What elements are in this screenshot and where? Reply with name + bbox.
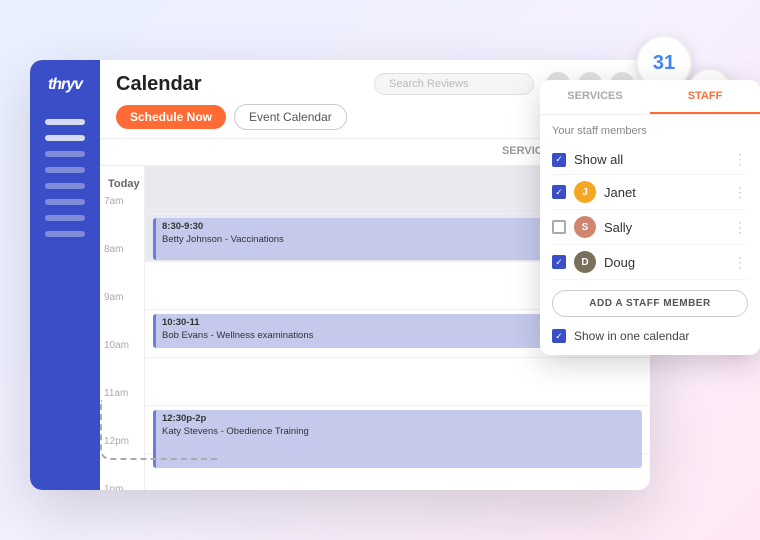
sidebar-logo: thryv xyxy=(48,76,82,94)
sidebar: thryv xyxy=(30,60,100,490)
show-all-dots[interactable]: ⋮ xyxy=(733,151,748,168)
popup-body: Your staff members ✓ Show all ⋮ ✓ J Jane… xyxy=(540,115,760,355)
sidebar-item-7[interactable] xyxy=(45,215,85,221)
checkbox-sally[interactable] xyxy=(552,220,566,234)
time-10am: 10am xyxy=(100,338,144,386)
popup-tab-bar: SERVICES STAFF xyxy=(540,80,760,115)
google-cal-date: 31 xyxy=(653,53,675,73)
staff-section-title: Your staff members xyxy=(552,125,748,137)
avatar-doug: D xyxy=(574,251,596,273)
sidebar-item-2[interactable] xyxy=(45,135,85,141)
staff-name-doug: Doug xyxy=(604,255,725,270)
checkbox-show-one-cal[interactable]: ✓ xyxy=(552,329,566,343)
avatar-sally: S xyxy=(574,216,596,238)
sidebar-item-6[interactable] xyxy=(45,199,85,205)
sidebar-item-5[interactable] xyxy=(45,183,85,189)
sidebar-item-4[interactable] xyxy=(45,167,85,173)
janet-dots[interactable]: ⋮ xyxy=(733,184,748,201)
search-placeholder: Search Reviews xyxy=(389,78,468,90)
avatar-janet: J xyxy=(574,181,596,203)
time-7am: 7am xyxy=(100,194,144,242)
popup-tab-services[interactable]: SERVICES xyxy=(540,80,650,114)
page-title: Calendar xyxy=(116,73,202,96)
event-katy[interactable]: 12:30p-2p Katy Stevens - Obedience Train… xyxy=(153,410,642,468)
staff-name-sally: Sally xyxy=(604,220,725,235)
check-icon-doug: ✓ xyxy=(555,258,563,267)
time-8am: 8am xyxy=(100,242,144,290)
checkbox-janet[interactable]: ✓ xyxy=(552,185,566,199)
sidebar-item-3[interactable] xyxy=(45,151,85,157)
sidebar-item-1[interactable] xyxy=(45,119,85,125)
time-1pm: 1pm xyxy=(100,482,144,490)
sidebar-item-8[interactable] xyxy=(45,231,85,237)
show-one-calendar-row[interactable]: ✓ Show in one calendar xyxy=(552,323,748,345)
staff-row-janet[interactable]: ✓ J Janet ⋮ xyxy=(552,175,748,210)
check-icon-janet: ✓ xyxy=(555,188,563,197)
checkbox-doug[interactable]: ✓ xyxy=(552,255,566,269)
doug-dots[interactable]: ⋮ xyxy=(733,254,748,271)
sally-dots[interactable]: ⋮ xyxy=(733,219,748,236)
staff-row-doug[interactable]: ✓ D Doug ⋮ xyxy=(552,245,748,280)
staff-popup: SERVICES STAFF Your staff members ✓ Show… xyxy=(540,80,760,355)
event-desc-3: Katy Stevens - Obedience Training xyxy=(162,425,636,438)
add-staff-button[interactable]: ADD A STAFF MEMBER xyxy=(552,290,748,317)
staff-row-show-all[interactable]: ✓ Show all ⋮ xyxy=(552,145,748,175)
staff-row-sally[interactable]: S Sally ⋮ xyxy=(552,210,748,245)
slot-11am xyxy=(145,358,650,406)
check-icon-show-one-cal: ✓ xyxy=(555,332,563,341)
show-all-label: Show all xyxy=(574,152,725,167)
checkbox-show-all[interactable]: ✓ xyxy=(552,153,566,167)
schedule-now-button[interactable]: Schedule Now xyxy=(116,105,226,129)
event-time-3: 12:30p-2p xyxy=(162,412,636,425)
check-icon-show-all: ✓ xyxy=(555,155,563,164)
dashed-decoration xyxy=(100,400,220,460)
time-9am: 9am xyxy=(100,290,144,338)
today-label: Today xyxy=(100,174,144,194)
popup-tab-staff[interactable]: STAFF xyxy=(650,80,760,114)
staff-name-janet: Janet xyxy=(604,185,725,200)
event-calendar-button[interactable]: Event Calendar xyxy=(234,104,347,130)
search-bar[interactable]: Search Reviews xyxy=(374,73,534,95)
show-one-calendar-label: Show in one calendar xyxy=(574,329,689,343)
